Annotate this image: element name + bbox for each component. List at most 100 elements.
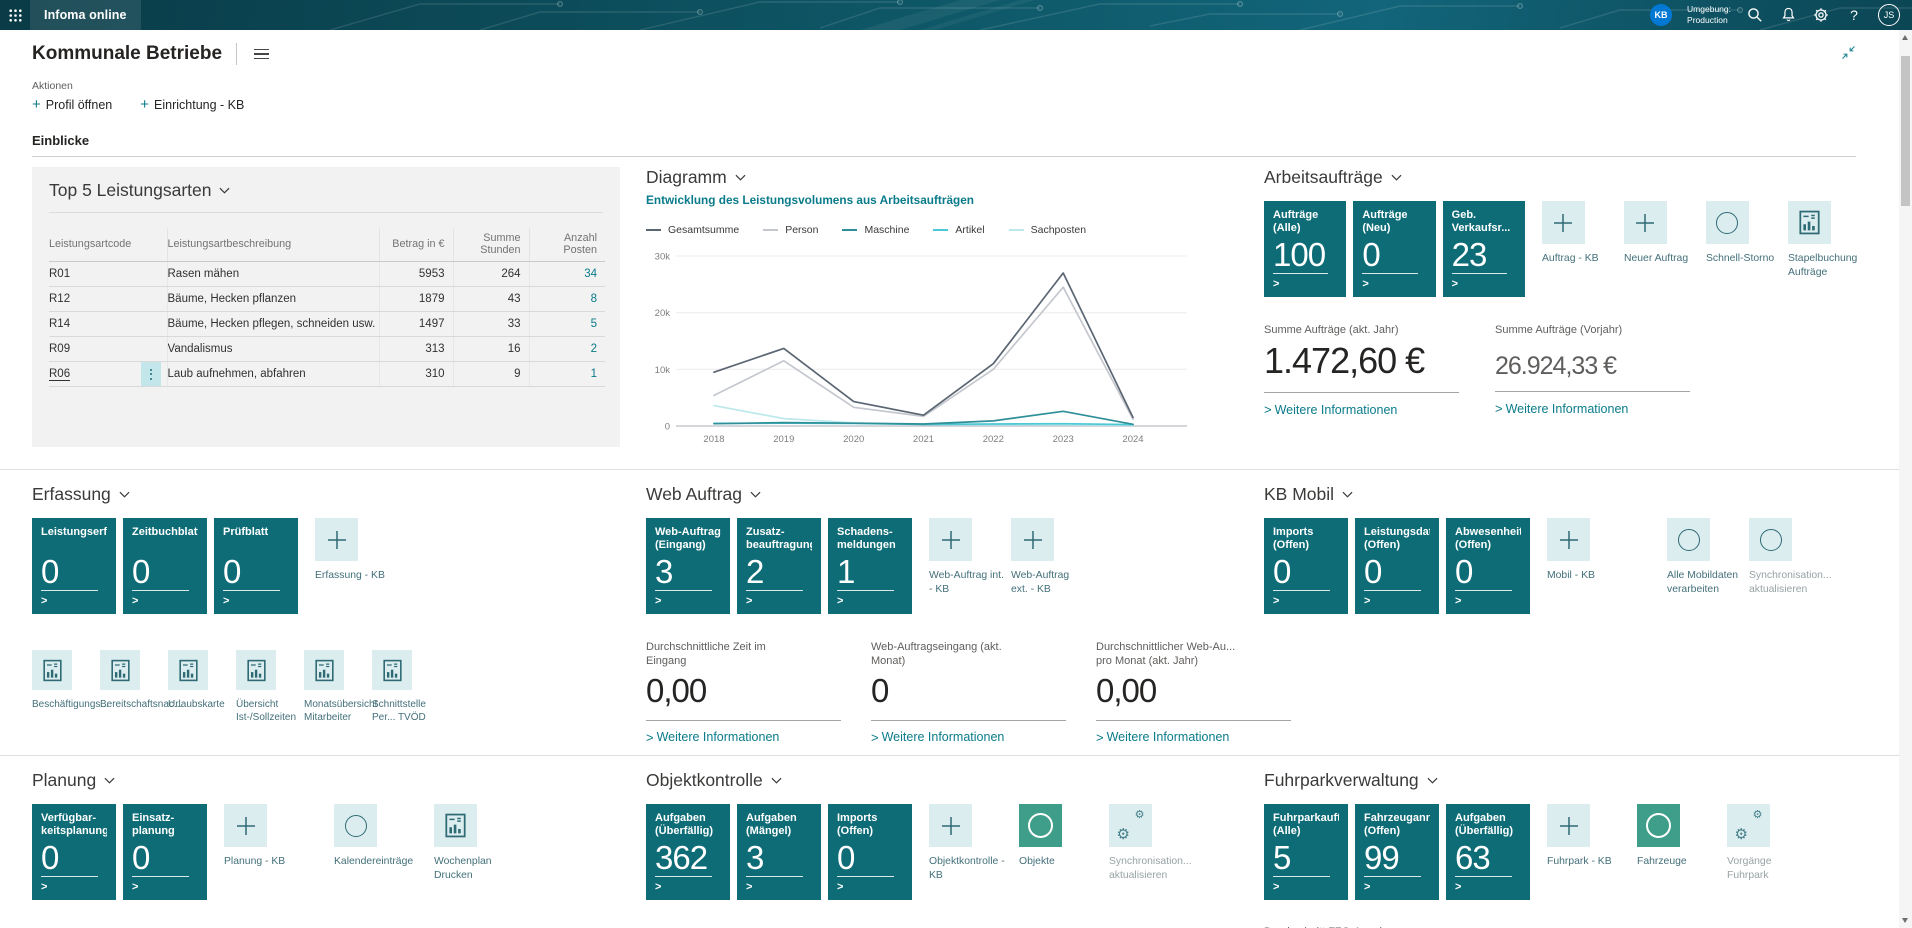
cell-desc[interactable]: Bäume, Hecken pflegen, schneiden usw. bbox=[167, 312, 379, 337]
report-monatsuebersicht[interactable]: Monatsübersicht Mitarbeiter bbox=[304, 650, 370, 724]
action-planung-kb[interactable]: Planung - KB bbox=[224, 804, 290, 869]
search-icon[interactable] bbox=[1746, 6, 1764, 24]
cell-posten-link[interactable]: 1 bbox=[529, 362, 605, 387]
cue-tile-aufgaben-maengel[interactable]: Aufgaben (Mängel) 3 > bbox=[737, 804, 821, 900]
cue-tile-pruefblatt[interactable]: Prüfblatt 0 > bbox=[214, 518, 298, 614]
cell-posten-link[interactable]: 8 bbox=[529, 287, 605, 312]
table-row[interactable]: R09 Vandalismus 313 16 2 bbox=[49, 337, 605, 362]
cell-betrag[interactable]: 310 bbox=[379, 362, 453, 387]
col-header-desc[interactable]: Leistungsartbeschreibung bbox=[167, 228, 379, 262]
cell-stunden[interactable]: 264 bbox=[453, 262, 529, 287]
cue-tile-geb-verkaufsr[interactable]: Geb. Verkaufsr... (akt. Jahr) 23 > bbox=[1443, 201, 1525, 297]
legend-item[interactable]: Person bbox=[763, 224, 818, 236]
collapse-icon[interactable] bbox=[1841, 45, 1856, 65]
cue-tile-einsatzplanung[interactable]: Einsatz-planung 0 > bbox=[123, 804, 207, 900]
cue-tile-imports-offen[interactable]: Imports (Offen) 0 > bbox=[1264, 518, 1348, 614]
cell-betrag[interactable]: 5953 bbox=[379, 262, 453, 287]
action-objekte[interactable]: Objekte bbox=[1019, 804, 1085, 869]
action-fuhrpark-kb[interactable]: Fuhrpark - KB bbox=[1547, 804, 1613, 869]
action-vorgaenge-fuhrpark[interactable]: ⚙︎⚙︎ Vorgänge Fuhrpark bbox=[1727, 804, 1793, 882]
cue-tile-auftraege-neu[interactable]: Aufträge (Neu) 0 > bbox=[1353, 201, 1435, 297]
cell-posten-link[interactable]: 34 bbox=[529, 262, 605, 287]
table-row[interactable]: R01 Rasen mähen 5953 264 34 bbox=[49, 262, 605, 287]
report-schnittstelle-tvoed[interactable]: Schnittstelle Per... TVÖD bbox=[372, 650, 438, 724]
menu-icon[interactable] bbox=[251, 46, 272, 63]
cue-tile-abwesenheiten-offen[interactable]: Abwesenheiten (Offen) 0 > bbox=[1446, 518, 1530, 614]
fuhrpark-title[interactable]: Fuhrparkverwaltung bbox=[1264, 770, 1438, 791]
weitere-informationen-link[interactable]: > Weitere Informationen bbox=[1264, 402, 1459, 417]
cell-desc[interactable]: Bäume, Hecken pflanzen bbox=[167, 287, 379, 312]
weitere-informationen-link[interactable]: > Weitere Informationen bbox=[1495, 401, 1690, 416]
app-launcher-icon[interactable] bbox=[0, 0, 30, 30]
cue-tile-aufgaben-ueberfaellig[interactable]: Aufgaben (Überfällig) 362 > bbox=[646, 804, 730, 900]
cell-stunden[interactable]: 43 bbox=[453, 287, 529, 312]
cell-desc[interactable]: Laub aufnehmen, abfahren bbox=[167, 362, 379, 387]
web-auftrag-title[interactable]: Web Auftrag bbox=[646, 484, 761, 505]
vertical-scrollbar[interactable] bbox=[1899, 30, 1912, 928]
action-auftrag-kb[interactable]: Auftrag - KB bbox=[1542, 201, 1608, 266]
erfassung-title[interactable]: Erfassung bbox=[32, 484, 130, 505]
app-title[interactable]: Infoma online bbox=[30, 0, 141, 30]
cell-posten-link[interactable]: 2 bbox=[529, 337, 605, 362]
kb-mobil-title[interactable]: KB Mobil bbox=[1264, 484, 1353, 505]
cue-tile-leistungsdaten-offen[interactable]: Leistungsdaten (Offen) 0 > bbox=[1355, 518, 1439, 614]
scroll-up-arrow-icon[interactable] bbox=[1902, 35, 1908, 40]
cell-stunden[interactable]: 16 bbox=[453, 337, 529, 362]
legend-item[interactable]: Sachposten bbox=[1009, 224, 1086, 236]
cue-tile-imports-offen[interactable]: Imports (Offen) 0 > bbox=[828, 804, 912, 900]
table-row[interactable]: R14 Bäume, Hecken pflegen, schneiden usw… bbox=[49, 312, 605, 337]
user-avatar[interactable]: JS bbox=[1878, 4, 1900, 26]
top5-title[interactable]: Top 5 Leistungsarten bbox=[49, 180, 230, 201]
cue-tile-auftraege-alle[interactable]: Aufträge (Alle) 100 > bbox=[1264, 201, 1346, 297]
cell-stunden[interactable]: 33 bbox=[453, 312, 529, 337]
report-uebersicht-sollzeiten[interactable]: Übersicht Ist-/Sollzeiten bbox=[236, 650, 302, 724]
cell-code[interactable]: R12 bbox=[49, 287, 167, 312]
action-web-auftrag-int[interactable]: Web-Auftrag int. - KB bbox=[929, 518, 995, 596]
cue-tile-fuhrparkauftraege-alle[interactable]: Fuhrparkaufträ... (Alle) 5 > bbox=[1264, 804, 1348, 900]
report-beschaeftigungs[interactable]: Beschäftigungs... bbox=[32, 650, 98, 724]
cell-code-link[interactable]: R06 bbox=[49, 368, 70, 381]
help-icon[interactable]: ? bbox=[1845, 6, 1863, 24]
legend-item[interactable]: Maschine bbox=[842, 224, 909, 236]
cell-posten-link[interactable]: 5 bbox=[529, 312, 605, 337]
action-alle-mobildaten[interactable]: Alle Mobildaten verarbeiten bbox=[1667, 518, 1733, 596]
legend-item[interactable]: Artikel bbox=[933, 224, 984, 236]
cell-code[interactable]: R01 bbox=[49, 262, 167, 287]
cue-tile-web-auftrag-eingang[interactable]: Web-Auftrag (Eingang) 3 > bbox=[646, 518, 730, 614]
notifications-bell-icon[interactable] bbox=[1779, 6, 1797, 24]
cue-tile-zusatzbeauftragungen[interactable]: Zusatz-beauftragungen 2 > bbox=[737, 518, 821, 614]
row-context-menu-icon[interactable] bbox=[141, 362, 161, 387]
diagramm-title[interactable]: Diagramm bbox=[646, 167, 746, 188]
planung-title[interactable]: Planung bbox=[32, 770, 115, 791]
cue-tile-aufgaben-ueberfaellig[interactable]: Aufgaben (Überfällig) 63 > bbox=[1446, 804, 1530, 900]
environment-badge[interactable]: KB bbox=[1650, 4, 1672, 26]
action-kalendereintraege[interactable]: Kalendereinträge bbox=[334, 804, 400, 869]
cue-tile-schadensmeldungen[interactable]: Schadens-meldungen 1 > bbox=[828, 518, 912, 614]
cell-stunden[interactable]: 9 bbox=[453, 362, 529, 387]
table-row[interactable]: R12 Bäume, Hecken pflanzen 1879 43 8 bbox=[49, 287, 605, 312]
action-stapelbuchung[interactable]: Stapelbuchung Aufträge bbox=[1788, 201, 1854, 279]
cell-code[interactable]: R14 bbox=[49, 312, 167, 337]
table-row-selected[interactable]: R06 Laub aufnehmen, abfahren 310 9 1 bbox=[49, 362, 605, 387]
scroll-down-arrow-icon[interactable] bbox=[1902, 918, 1908, 923]
action-web-auftrag-ext[interactable]: Web-Auftrag ext. - KB bbox=[1011, 518, 1077, 596]
objektkontrolle-title[interactable]: Objektkontrolle bbox=[646, 770, 782, 791]
settings-gear-icon[interactable] bbox=[1812, 6, 1830, 24]
action-synchronisation[interactable]: ⚙︎⚙︎ Synchronisation... aktualisieren bbox=[1109, 804, 1175, 882]
cell-betrag[interactable]: 1879 bbox=[379, 287, 453, 312]
col-header-posten[interactable]: Anzahl Posten bbox=[529, 228, 605, 262]
col-header-stunden[interactable]: Summe Stunden bbox=[453, 228, 529, 262]
cell-code[interactable]: R09 bbox=[49, 337, 167, 362]
cell-desc[interactable]: Rasen mähen bbox=[167, 262, 379, 287]
open-profile-action[interactable]: + Profil öffnen bbox=[32, 98, 112, 112]
setup-kb-action[interactable]: + Einrichtung - KB bbox=[140, 98, 244, 112]
weitere-informationen-link[interactable]: > Weitere Informationen bbox=[871, 730, 1066, 745]
cell-desc[interactable]: Vandalismus bbox=[167, 337, 379, 362]
scrollbar-thumb[interactable] bbox=[1901, 56, 1910, 206]
cell-betrag[interactable]: 313 bbox=[379, 337, 453, 362]
action-erfassung-kb[interactable]: Erfassung - KB bbox=[315, 518, 381, 583]
action-mobil-kb[interactable]: Mobil - KB bbox=[1547, 518, 1613, 583]
cell-betrag[interactable]: 1497 bbox=[379, 312, 453, 337]
action-fahrzeuge[interactable]: Fahrzeuge bbox=[1637, 804, 1703, 869]
weitere-informationen-link[interactable]: > Weitere Informationen bbox=[1096, 730, 1291, 745]
